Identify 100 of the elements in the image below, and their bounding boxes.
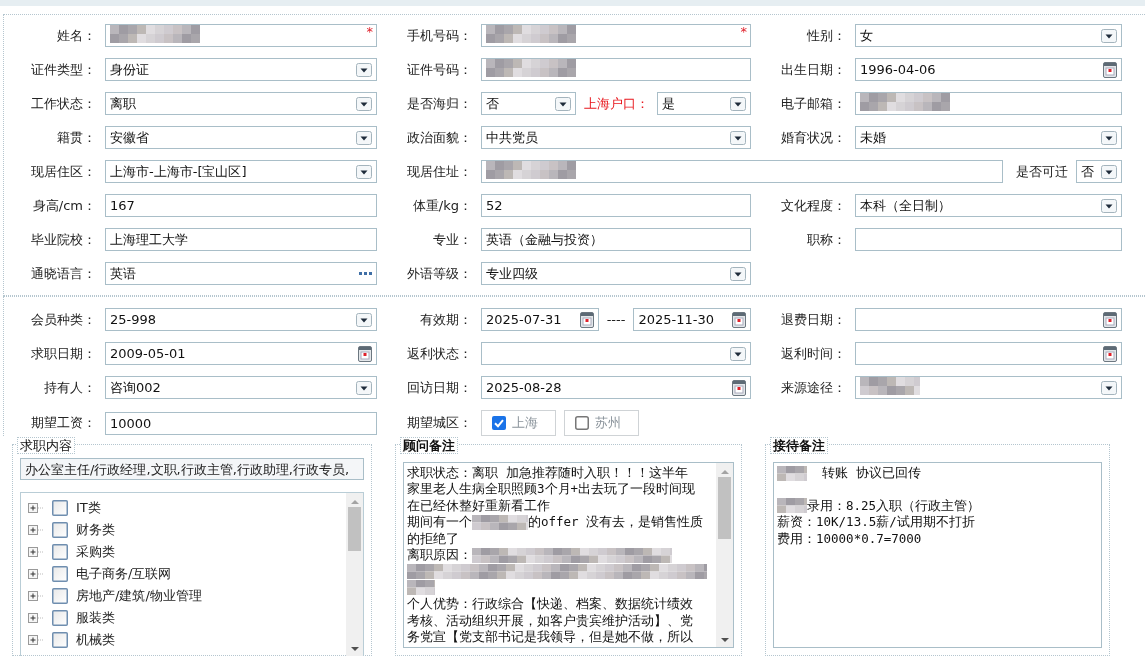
panel-legend: 求职内容 (17, 437, 75, 454)
field-label: 政治面貌： (407, 128, 472, 147)
tree-item[interactable]: 机械类 (76, 631, 115, 649)
dropdown-field[interactable]: 否 (1076, 160, 1122, 183)
expand-icon[interactable] (28, 525, 44, 535)
more-icon[interactable] (359, 272, 372, 275)
selected-jobs-field[interactable]: 办公室主任/行政经理,文职,行政主管,行政助理,行政专员, (20, 458, 364, 480)
dropdown-field[interactable]: 本科（全日制） (855, 194, 1122, 217)
scrollbar-thumb[interactable] (718, 477, 731, 539)
expand-icon[interactable] (28, 613, 44, 623)
text-field[interactable] (855, 228, 1122, 251)
dropdown-field[interactable]: 咨询002 (105, 376, 377, 399)
scrollbar[interactable] (716, 463, 733, 647)
text-field[interactable]: 英语（金融与投资） (481, 228, 751, 251)
text-field[interactable]: * (105, 24, 377, 47)
text-field[interactable] (481, 58, 751, 81)
field-label: 工作状态： (31, 94, 96, 113)
tree-item[interactable]: 财务类 (76, 521, 115, 539)
checkbox-icon[interactable] (52, 566, 68, 582)
tree-item[interactable]: IT类 (76, 499, 101, 517)
text-field[interactable]: 52 (481, 194, 751, 217)
note-text: 薪资：10K/13.5薪/试用期不打折 (777, 514, 975, 531)
dropdown-field[interactable]: 专业四级 (481, 262, 751, 285)
dropdown-field[interactable]: 上海市-上海市-[宝山区] (105, 160, 377, 183)
dropdown-field[interactable]: 25-998 (105, 308, 377, 331)
date-field[interactable] (855, 308, 1122, 331)
text-field[interactable] (481, 160, 1003, 183)
note-text: 家里老人生病全职照顾3个月+出去玩了一段时间现 (407, 481, 696, 498)
expand-icon[interactable] (28, 635, 44, 645)
calendar-icon[interactable] (1103, 345, 1117, 362)
text-field[interactable]: 10000 (105, 411, 377, 435)
checkbox-icon[interactable] (492, 416, 506, 430)
dropdown-field[interactable]: 安徽省 (105, 126, 377, 149)
expand-icon[interactable] (28, 503, 44, 513)
notes-text-area[interactable]: 转账 协议已回传 录用：8.25入职（行政主管） 薪资：10K/13.5薪/试用期不打折 费用：10000*0.7=7000 (773, 462, 1102, 648)
field-label: 身高/cm： (32, 196, 96, 215)
date-field[interactable]: 2025-08-28 (481, 376, 751, 399)
scroll-down-icon[interactable] (349, 646, 360, 652)
note-text: 的offer 没有去，是销售性质 (528, 514, 704, 531)
dropdown-field[interactable]: 女 (855, 24, 1122, 47)
text-field[interactable] (855, 92, 1122, 115)
date-field[interactable]: 1996-04-06 (855, 58, 1122, 81)
checkbox-icon[interactable] (52, 632, 68, 648)
dropdown-field[interactable]: 离职 (105, 92, 377, 115)
calendar-icon[interactable] (1103, 61, 1117, 78)
field-label: 持有人： (44, 378, 96, 397)
checkbox-icon[interactable] (52, 500, 68, 516)
tree-item[interactable]: 采购类 (76, 543, 115, 561)
note-text: 务党宣【党支部书记是我领导，但是她不做，所以 (407, 628, 693, 646)
notes-text-area[interactable]: 求职状态：离职 加急推荐随时入职！！！这半年 家里老人生病全职照顾3个月+出去玩了一段时间现 在已经休整好重新看工作 期间有一个 的offer 没有去，是销售性质 的拒绝了 离职原因： 个人优势：行政综合【快递、档案、数据统计绩效 考核、活动组织开展，如客户贵宾维护活动】、党 务党宣【党支部书记是我领导，但是她不做，所以 (403, 462, 734, 648)
note-text: 录用：8.25入职（行政主管） (807, 497, 981, 515)
field-label: 体重/kg： (412, 196, 472, 215)
text-field[interactable]: 上海理工大学 (105, 228, 377, 251)
calendar-icon[interactable] (1103, 311, 1117, 328)
field-label: 外语等级： (407, 264, 472, 283)
dropdown-field[interactable] (481, 342, 751, 365)
field-label: 职称： (807, 230, 846, 249)
range-separator: ---- (606, 312, 626, 327)
field-label: 上海户口： (583, 94, 649, 113)
text-field[interactable]: * (481, 24, 751, 47)
field-label: 返利状态： (407, 344, 472, 363)
dropdown-field[interactable]: 身份证 (105, 58, 377, 81)
scrollbar-thumb[interactable] (348, 507, 361, 551)
picker-field[interactable]: 英语 (105, 262, 377, 285)
field-label: 专业： (433, 230, 472, 249)
date-field[interactable]: 2009-05-01 (105, 342, 377, 365)
checkbox-icon[interactable] (52, 610, 68, 626)
tree-item[interactable]: 房地产/建筑/物业管理 (76, 587, 202, 605)
note-text: 考核、活动组织开展，如客户贵宾维护活动】、党 (407, 612, 693, 629)
date-field[interactable]: 2025-07-31 (481, 308, 599, 331)
checkbox-icon[interactable] (52, 588, 68, 604)
dropdown-field[interactable]: 是 (656, 92, 751, 115)
tree-item[interactable]: 服装类 (76, 609, 115, 627)
checkbox-icon[interactable] (575, 416, 589, 430)
dropdown-field[interactable] (855, 376, 1122, 399)
checkbox-icon[interactable] (52, 522, 68, 538)
text-field[interactable]: 167 (105, 194, 377, 217)
dropdown-field[interactable]: 中共党员 (481, 126, 751, 149)
checkbox-icon[interactable] (52, 544, 68, 560)
expand-icon[interactable] (28, 591, 44, 601)
calendar-icon[interactable] (732, 311, 746, 328)
field-label: 求职日期： (31, 344, 96, 363)
calendar-icon[interactable] (732, 379, 746, 396)
date-field[interactable] (855, 342, 1122, 365)
note-text: 离职原因： (407, 546, 472, 564)
scroll-down-icon[interactable] (719, 637, 730, 643)
date-field[interactable]: 2025-11-30 (633, 308, 751, 331)
field-label: 来源途径： (781, 378, 846, 397)
calendar-icon[interactable] (579, 311, 594, 328)
expand-icon[interactable] (28, 569, 44, 579)
calendar-icon[interactable] (358, 345, 372, 362)
panel-legend: 接待备注 (770, 437, 828, 454)
dropdown-field[interactable]: 未婚 (855, 126, 1122, 149)
field-label: 性别： (807, 26, 846, 45)
expand-icon[interactable] (28, 547, 44, 557)
field-label: 电子邮箱： (781, 94, 846, 113)
tree-item[interactable]: 电子商务/互联网 (76, 565, 172, 583)
field-label: 婚育状况： (781, 128, 846, 147)
dropdown-field[interactable]: 否 (481, 92, 576, 115)
note-text: 的拒绝了 (407, 530, 459, 547)
